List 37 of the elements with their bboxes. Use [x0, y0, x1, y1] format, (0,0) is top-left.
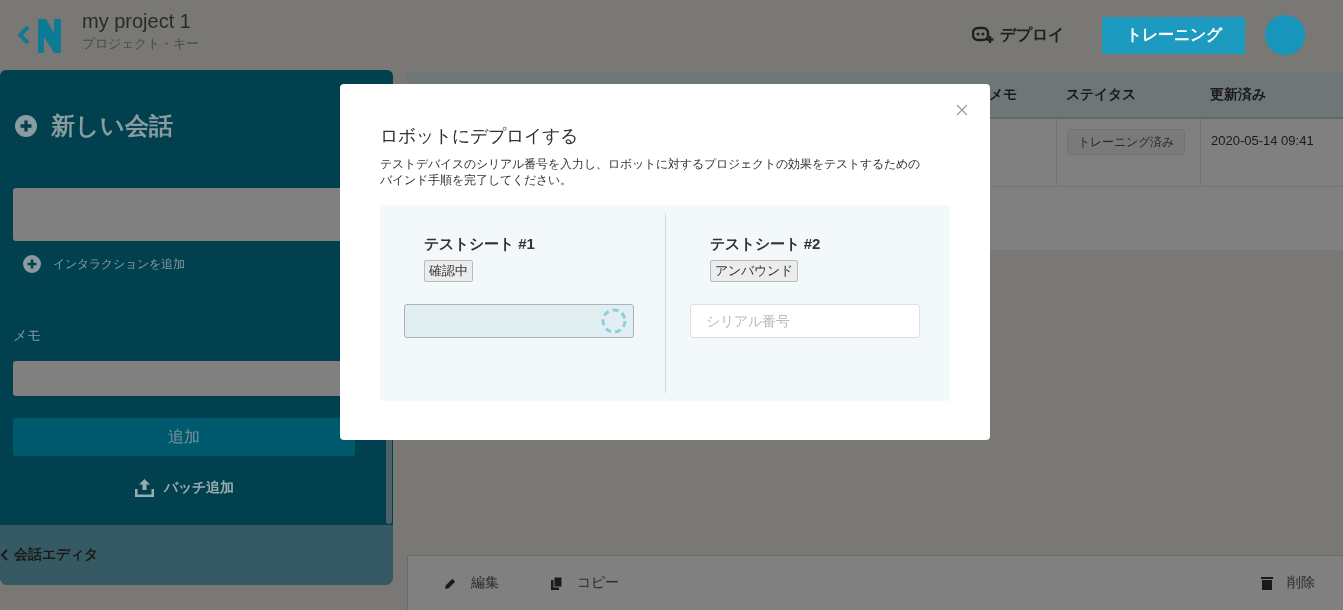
copy-button[interactable]: コピー	[551, 574, 619, 592]
memo-label: メモ	[13, 327, 42, 345]
sidebar-title: 新しい会話	[51, 111, 173, 141]
spinner-icon	[601, 308, 627, 334]
dialog-title: ロボットにデプロイする	[380, 125, 579, 148]
copy-icon	[551, 576, 563, 590]
add-button[interactable]: 追加	[13, 418, 355, 456]
logo-icon	[18, 17, 64, 53]
status-tag: アンバウンド	[709, 260, 798, 282]
deploy-button[interactable]: デプロイ	[966, 23, 1070, 47]
serial-field[interactable]: シリアル番号	[689, 304, 920, 338]
close-button[interactable]	[956, 104, 970, 118]
batch-add-link[interactable]: バッチ追加	[163, 478, 234, 497]
plus-circle-icon	[15, 115, 37, 137]
dialog-description: テストデバイスのシリアル番号を入力し、ロボットに対するプロジェクトの効果をテストするためのバインド手順を完了してください。	[380, 156, 920, 188]
delete-button[interactable]: 削除	[1261, 574, 1315, 592]
column-header: ステイタス	[1065, 85, 1137, 104]
close-icon	[956, 104, 968, 116]
column-header: 更新済み	[1209, 85, 1267, 104]
pencil-icon	[444, 576, 457, 590]
upload-icon	[134, 478, 154, 497]
seat-name: テストシート #1	[424, 235, 536, 254]
plus-circle-icon	[23, 255, 41, 273]
seat-name: テストシート #2	[709, 235, 822, 254]
editor-tab[interactable]: 会話エディタ	[14, 546, 98, 564]
add-interaction-link[interactable]: インタラクションを追加	[53, 255, 185, 273]
serial-field[interactable]	[404, 304, 634, 338]
table-cell: 2020-05-14 09:41	[1211, 133, 1314, 148]
status-tag: 確認中	[424, 260, 473, 282]
project-title: my project 1	[82, 9, 192, 33]
training-button[interactable]: トレーニング	[1102, 16, 1245, 54]
robot-icon	[972, 26, 994, 44]
edit-button[interactable]: 編集	[444, 574, 499, 592]
chevron-left-icon	[0, 549, 8, 561]
status-tag: トレーニング済み	[1067, 129, 1185, 155]
trash-icon	[1261, 576, 1273, 590]
column-header: メモ	[988, 85, 1018, 104]
